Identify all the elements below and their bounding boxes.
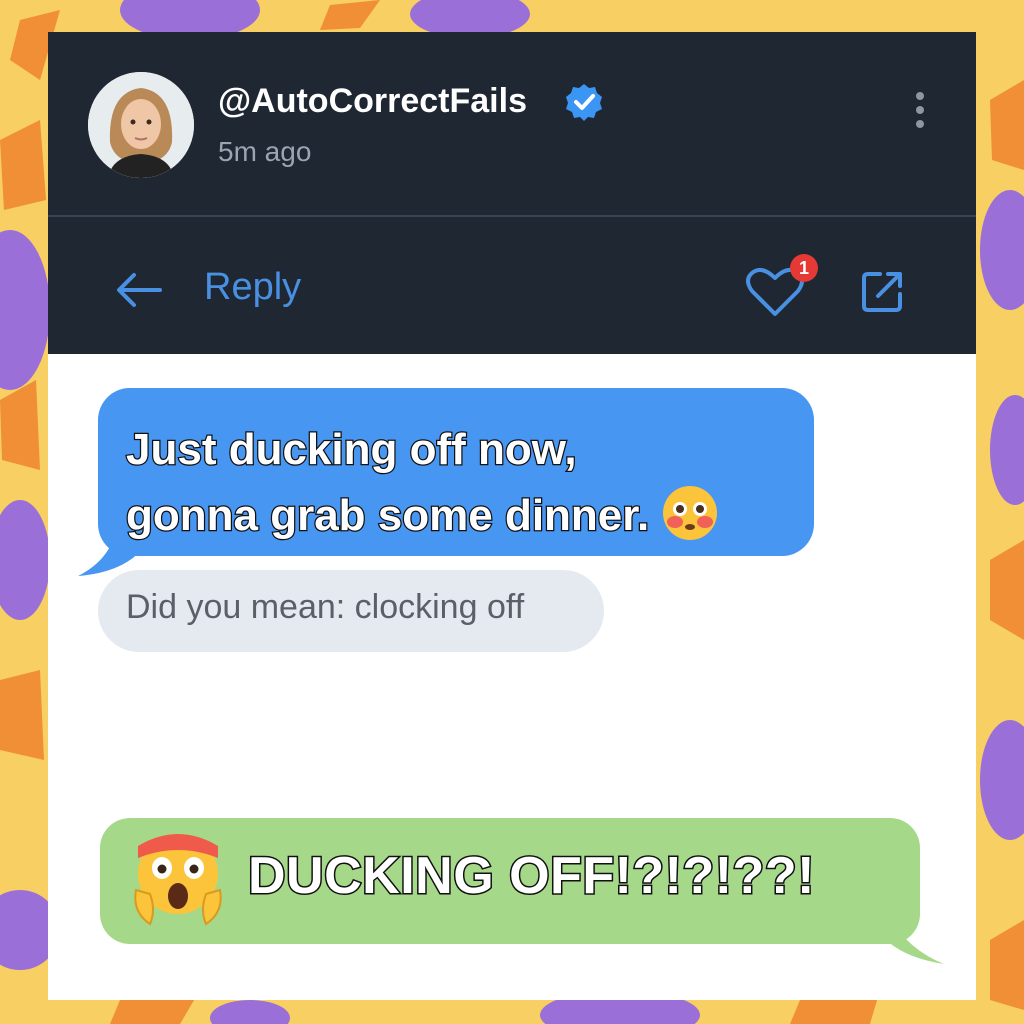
incoming-message-line-text: gonna grab some dinner. bbox=[125, 490, 651, 542]
more-vertical-icon[interactable] bbox=[908, 88, 932, 132]
arrow-left-icon[interactable] bbox=[114, 270, 164, 310]
incoming-message-text: Just ducking off now, gonna grab some di… bbox=[125, 418, 766, 548]
post-card: @AutoCorrectFails 5m ago Reply 1 Just du… bbox=[48, 32, 976, 1000]
flushed-face-emoji bbox=[663, 486, 718, 540]
avatar[interactable] bbox=[88, 72, 194, 178]
incoming-message-line: gonna grab some dinner. bbox=[125, 482, 766, 548]
share-icon[interactable] bbox=[860, 268, 906, 314]
screaming-face-emoji bbox=[134, 834, 222, 926]
post-header: @AutoCorrectFails 5m ago Reply 1 bbox=[48, 32, 976, 354]
outgoing-message-text: DUCKING OFF!?!?!??! bbox=[247, 846, 816, 907]
incoming-message-line: Just ducking off now, bbox=[125, 424, 578, 476]
username[interactable]: @AutoCorrectFails bbox=[218, 82, 527, 121]
autocorrect-suggestion-text: Did you mean: clocking off bbox=[126, 588, 525, 626]
verified-badge-icon bbox=[566, 84, 602, 121]
like-count-badge: 1 bbox=[790, 254, 818, 282]
avatar-photo bbox=[88, 72, 194, 178]
reply-button[interactable]: Reply bbox=[204, 266, 301, 309]
timestamp: 5m ago bbox=[218, 136, 312, 167]
header-divider bbox=[48, 215, 976, 217]
